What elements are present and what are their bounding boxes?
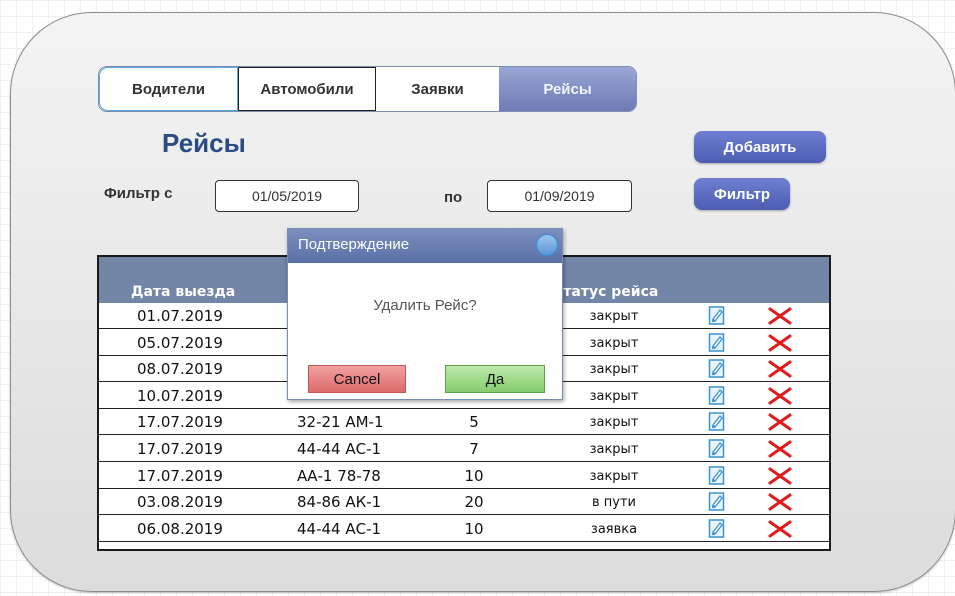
delete-icon[interactable] <box>767 360 793 378</box>
cell-car: 84-86 АК-1 <box>297 493 382 512</box>
delete-icon[interactable] <box>767 334 793 352</box>
edit-icon[interactable] <box>708 464 726 486</box>
confirm-dialog: Подтверждение Удалить Рейс? Cancel Да <box>287 228 563 400</box>
edit-icon[interactable] <box>708 304 726 326</box>
tab-requests[interactable]: Заявки <box>376 67 499 111</box>
delete-icon[interactable] <box>767 387 793 405</box>
cell-date: 06.08.2019 <box>137 519 223 538</box>
cell-status: заявка <box>590 521 638 537</box>
dialog-message: Удалить Рейс? <box>373 297 477 314</box>
edit-icon[interactable] <box>708 410 726 432</box>
filter-from-label: Фильтр с <box>104 185 173 202</box>
cell-number: 10 <box>464 466 484 485</box>
delete-icon[interactable] <box>767 413 793 431</box>
cell-status: закрыт <box>589 468 639 484</box>
cell-number: 5 <box>469 413 479 432</box>
nav-tabs: Водители Автомобили Заявки Рейсы <box>98 66 637 112</box>
filter-to-label: по <box>444 189 463 206</box>
cell-number: 10 <box>464 519 484 538</box>
dialog-close-icon[interactable] <box>536 234 558 256</box>
tab-cars[interactable]: Автомобили <box>238 67 376 111</box>
cell-status: закрыт <box>589 388 639 404</box>
cell-car: 32-21 АМ-1 <box>297 413 384 432</box>
cell-car: 44-44 АС-1 <box>297 440 382 458</box>
delete-icon[interactable] <box>767 307 793 325</box>
cell-status: в пути <box>591 495 636 511</box>
cell-car: 44-44 АС-1 <box>297 519 382 538</box>
confirm-yes-button[interactable]: Да <box>445 365 545 393</box>
cell-number: 20 <box>464 493 484 512</box>
table-row: 03.08.2019 84-86 АК-1 20 в пути <box>99 489 829 516</box>
delete-icon[interactable] <box>767 493 793 511</box>
filter-button[interactable]: Фильтр <box>694 178 790 210</box>
edit-icon[interactable] <box>708 357 726 379</box>
edit-icon[interactable] <box>708 384 726 406</box>
cell-status: закрыт <box>589 415 639 431</box>
cell-date: 01.07.2019 <box>137 307 223 325</box>
cell-date: 08.07.2019 <box>137 360 223 379</box>
page-title: Рейсы <box>162 128 246 158</box>
header-status: Статус рейса <box>553 284 659 300</box>
table-row: 06.08.2019 44-44 АС-1 10 заявка <box>99 516 829 542</box>
cell-date: 10.07.2019 <box>137 386 223 405</box>
edit-icon[interactable] <box>708 331 726 353</box>
cell-status: закрыт <box>589 335 639 351</box>
delete-icon[interactable] <box>767 440 793 458</box>
delete-icon[interactable] <box>767 520 793 538</box>
tab-drivers[interactable]: Водители <box>99 67 238 111</box>
cell-status: закрыт <box>589 362 639 378</box>
table-row: 17.07.2019 44-44 АС-1 7 закрыт <box>99 436 829 462</box>
table-row: 17.07.2019 32-21 АМ-1 5 закрыт <box>99 409 829 436</box>
cancel-button[interactable]: Cancel <box>308 365 406 393</box>
edit-icon[interactable] <box>708 490 726 512</box>
edit-icon[interactable] <box>708 437 726 459</box>
tab-trips[interactable]: Рейсы <box>499 67 636 111</box>
header-date: Дата выезда <box>131 284 236 300</box>
date-from-input[interactable] <box>215 180 359 212</box>
edit-icon[interactable] <box>708 517 726 539</box>
cell-car: АА-1 78-78 <box>297 466 381 485</box>
delete-icon[interactable] <box>767 467 793 485</box>
cell-date: 05.07.2019 <box>137 333 223 352</box>
cell-date: 17.07.2019 <box>137 440 223 458</box>
cell-date: 17.07.2019 <box>137 413 223 432</box>
cell-status: закрыт <box>589 309 639 324</box>
add-button[interactable]: Добавить <box>694 131 826 163</box>
dialog-title: Подтверждение <box>288 229 562 263</box>
date-to-input[interactable] <box>487 180 632 212</box>
cell-date: 17.07.2019 <box>137 466 223 485</box>
cell-number: 7 <box>469 440 479 458</box>
cell-status: закрыт <box>589 442 639 457</box>
cell-date: 03.08.2019 <box>137 493 223 512</box>
table-row: 17.07.2019 АА-1 78-78 10 закрыт <box>99 463 829 489</box>
